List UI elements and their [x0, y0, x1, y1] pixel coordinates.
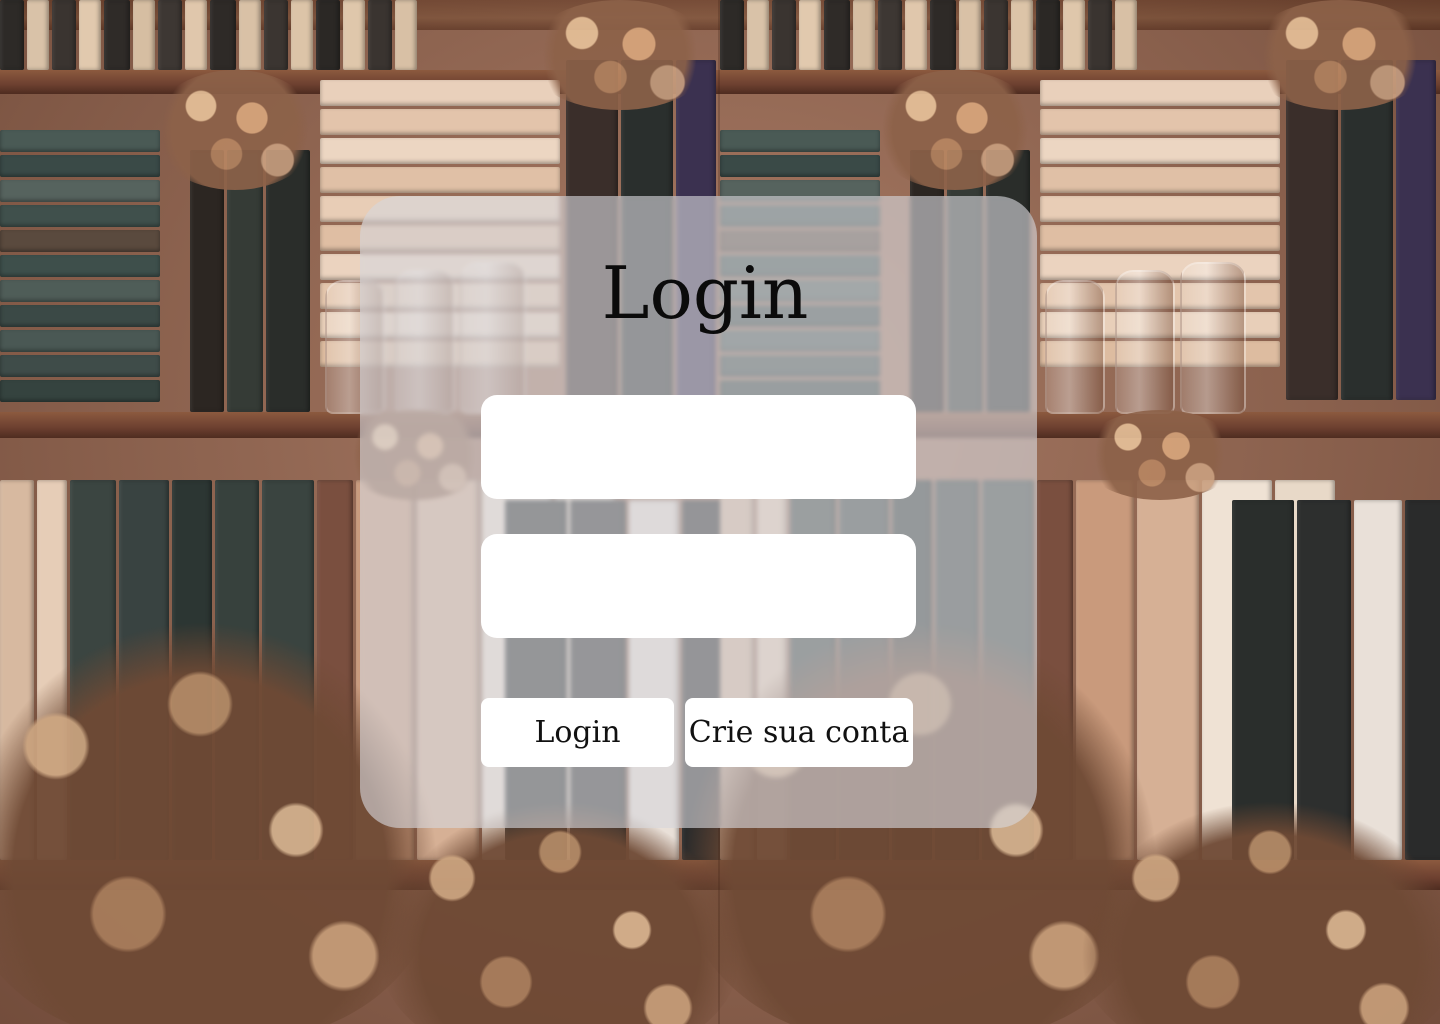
dried-hydrangea	[150, 70, 320, 190]
dried-hydrangea	[525, 0, 715, 110]
dried-bouquet	[1080, 800, 1440, 1024]
create-account-button[interactable]: Crie sua conta	[685, 698, 913, 767]
dried-hydrangea	[870, 70, 1040, 190]
username-field[interactable]	[481, 395, 916, 499]
login-button[interactable]: Login	[481, 698, 674, 767]
book-row-tall-right	[1286, 60, 1436, 400]
page-title: Login	[601, 251, 809, 335]
dried-hydrangea	[1245, 0, 1435, 110]
book-row-top-right	[720, 0, 1137, 70]
daisy-cluster	[1080, 410, 1240, 500]
book-row-top-left	[0, 0, 417, 70]
dried-bouquet	[380, 800, 740, 1024]
password-field[interactable]	[481, 534, 916, 638]
